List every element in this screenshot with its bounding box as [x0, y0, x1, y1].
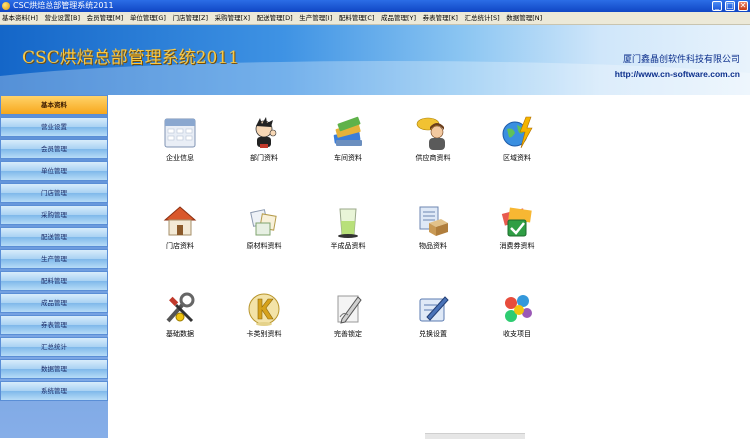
tile-store[interactable]: 门店资料	[140, 203, 220, 261]
edit-pad-icon	[419, 296, 449, 322]
tile-lock[interactable]: 完善锁定	[308, 291, 388, 349]
tile-label: 基础数据	[166, 330, 194, 338]
sidebar-item-basic[interactable]: 基本资料	[0, 95, 108, 115]
tile-semi-finished[interactable]: 半成品资料	[308, 203, 388, 261]
sidebar-item-store[interactable]: 门店管理	[0, 183, 108, 203]
tile-goods[interactable]: 物品资料	[393, 203, 473, 261]
menu-item-product[interactable]: 成品管理[Y]	[379, 12, 418, 24]
header-banner: CSC烘焙总部管理系统2011 厦门鑫晶创软件科技有限公司 http://www…	[0, 25, 750, 95]
tile-label: 区域资料	[503, 154, 531, 162]
menu-item-production[interactable]: 生产管理[I]	[297, 12, 334, 24]
ticket-check-icon	[501, 207, 532, 237]
sidebar-item-system[interactable]: 系统管理	[0, 381, 108, 401]
tools-icon	[166, 292, 195, 323]
content-area: 企业信息 部门资料 车间资料 供应商资料 区域资料 门店资料 原材料资料 半成品…	[108, 95, 750, 438]
sidebar-item-data[interactable]: 数据管理	[0, 359, 108, 379]
sidebar: 基本资料 营业设置 会员管理 单位管理 门店管理 采购管理 配送管理 生产管理 …	[0, 95, 108, 438]
tile-region[interactable]: 区域资料	[477, 115, 557, 173]
minimize-button[interactable]: _	[712, 1, 722, 11]
menu-item-data[interactable]: 数据管理[N]	[504, 12, 544, 24]
tile-workshop[interactable]: 车间资料	[308, 115, 388, 173]
menu-item-delivery[interactable]: 配送管理[D]	[255, 12, 295, 24]
books-icon	[333, 116, 362, 146]
menu-item-summary[interactable]: 汇总统计[S]	[462, 12, 501, 24]
menu-item-store[interactable]: 门店管理[Z]	[170, 12, 210, 24]
tile-label: 消费券资料	[499, 242, 535, 250]
title-bar: CSC烘焙总部管理系统2011 _ □ ✕	[0, 0, 750, 12]
tile-supplier[interactable]: 供应商资料	[393, 115, 473, 173]
hello-person-icon	[416, 117, 445, 150]
sidebar-item-production[interactable]: 生产管理	[0, 249, 108, 269]
globe-lightning-icon	[502, 116, 533, 149]
astroboy-icon	[255, 117, 277, 148]
company-url[interactable]: http://www.cn-software.com.cn	[615, 69, 740, 79]
menu-item-ingredient[interactable]: 配料管理[C]	[337, 12, 377, 24]
tile-voucher[interactable]: 消费券资料	[477, 203, 557, 261]
sidebar-item-ingredient[interactable]: 配料管理	[0, 271, 108, 291]
close-button[interactable]: ✕	[738, 1, 748, 11]
sidebar-item-unit[interactable]: 单位管理	[0, 161, 108, 181]
sidebar-item-business[interactable]: 营业设置	[0, 117, 108, 137]
pieces-icon	[250, 209, 277, 236]
tile-label: 完善锁定	[334, 330, 362, 338]
sidebar-item-summary[interactable]: 汇总统计	[0, 337, 108, 357]
menu-bar: 基本资料[H] 营业设置[B] 会员管理[M] 单位管理[G] 门店管理[Z] …	[0, 12, 750, 25]
company-name: 厦门鑫晶创软件科技有限公司	[622, 55, 740, 65]
house-icon	[163, 206, 197, 236]
tile-raw-material[interactable]: 原材料资料	[224, 203, 304, 261]
app-title: CSC烘焙总部管理系统2011	[22, 48, 239, 68]
tile-label: 供应商资料	[415, 154, 451, 162]
menu-item-coupon[interactable]: 券表管理[K]	[421, 12, 460, 24]
sidebar-item-purchase[interactable]: 采购管理	[0, 205, 108, 225]
tile-label: 半成品资料	[330, 242, 366, 250]
colorful-orbs-icon	[505, 295, 532, 322]
tile-base-data[interactable]: 基础数据	[140, 291, 220, 349]
tile-label: 车间资料	[334, 154, 362, 162]
tile-income-expense[interactable]: 收支项目	[477, 291, 557, 349]
tile-label: 物品资料	[419, 242, 447, 250]
tile-company-info[interactable]: 企业信息	[140, 115, 220, 173]
tile-label: 部门资料	[250, 154, 278, 162]
tile-label: 兑换设置	[419, 330, 447, 338]
sidebar-item-delivery[interactable]: 配送管理	[0, 227, 108, 247]
bottom-scroll-tab[interactable]	[425, 433, 525, 439]
maximize-button[interactable]: □	[725, 1, 735, 11]
menu-item-business[interactable]: 营业设置[B]	[43, 12, 83, 24]
tile-label: 企业信息	[166, 154, 194, 162]
tile-card-type[interactable]: 卡类别资料	[224, 291, 304, 349]
sidebar-item-product[interactable]: 成品管理	[0, 293, 108, 313]
menu-item-purchase[interactable]: 采购管理[X]	[213, 12, 253, 24]
tile-exchange[interactable]: 兑换设置	[393, 291, 473, 349]
tile-label: 原材料资料	[246, 242, 282, 250]
menu-item-member[interactable]: 会员管理[M]	[85, 12, 126, 24]
glass-icon	[338, 208, 358, 238]
box-document-icon	[419, 206, 448, 236]
tile-label: 门店资料	[166, 242, 194, 250]
sidebar-item-member[interactable]: 会员管理	[0, 139, 108, 159]
window-title: CSC烘焙总部管理系统2011	[13, 1, 114, 10]
menu-item-basic[interactable]: 基本资料[H]	[0, 12, 40, 24]
k-logo-icon	[248, 293, 280, 326]
tile-label: 卡类别资料	[246, 330, 282, 338]
tile-label: 收支项目	[503, 330, 531, 338]
sidebar-item-coupon[interactable]: 券表管理	[0, 315, 108, 335]
pen-paper-icon	[337, 295, 362, 324]
menu-item-unit[interactable]: 单位管理[G]	[128, 12, 168, 24]
app-icon	[2, 2, 10, 10]
tile-department[interactable]: 部门资料	[224, 115, 304, 173]
calendar-icon	[164, 118, 196, 148]
